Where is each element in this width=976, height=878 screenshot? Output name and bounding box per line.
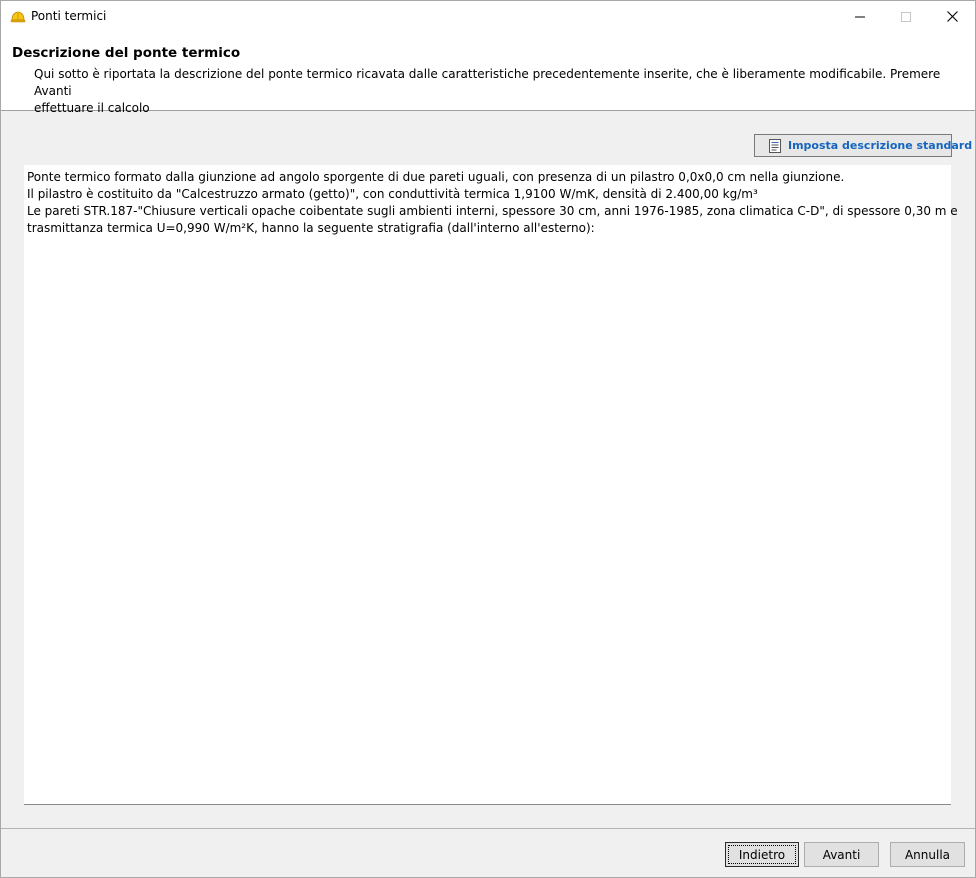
- page-description-line: effettuare il calcolo: [34, 101, 150, 115]
- maximize-button[interactable]: [883, 1, 929, 32]
- footer-divider: [1, 828, 975, 829]
- maximize-icon: [901, 11, 911, 22]
- minimize-button[interactable]: [837, 1, 883, 32]
- next-button-label: Avanti: [822, 847, 861, 862]
- close-button[interactable]: [929, 1, 975, 32]
- next-button[interactable]: Avanti: [804, 842, 879, 867]
- hardhat-icon: [10, 9, 26, 25]
- back-button[interactable]: Indietro: [725, 842, 799, 867]
- description-line: trasmittanza termica U=0,990 W/m²K, hann…: [27, 221, 595, 235]
- set-standard-description-button[interactable]: Imposta descrizione standard: [754, 134, 972, 157]
- dialog-window: Ponti termici Descrizione del ponte term…: [0, 0, 976, 878]
- description-line: Ponte termico formato dalla giunzione ad…: [27, 170, 845, 184]
- header-panel: Descrizione del ponte termico Qui sotto …: [1, 32, 975, 115]
- title-bar[interactable]: Ponti termici: [1, 1, 975, 32]
- page-title: Descrizione del ponte termico: [12, 45, 241, 61]
- set-standard-description-label: Imposta descrizione standard: [788, 139, 973, 152]
- description-line: Il pilastro è costituito da "Calcestruzz…: [27, 187, 758, 201]
- cancel-button-label: Annulla: [904, 847, 951, 862]
- description-line: Le pareti STR.187-"Chiusure verticali op…: [27, 204, 958, 218]
- focus-rectangle: [728, 845, 796, 864]
- minimize-icon: [855, 16, 865, 17]
- cancel-button[interactable]: Annulla: [890, 842, 965, 867]
- page-description: Qui sotto è riportata la descrizione del…: [34, 66, 954, 117]
- page-description-line: Qui sotto è riportata la descrizione del…: [34, 67, 941, 98]
- close-icon: [946, 11, 958, 22]
- document-icon: [769, 138, 781, 153]
- window-title: Ponti termici: [31, 9, 107, 23]
- description-textarea[interactable]: Ponte termico formato dalla giunzione ad…: [24, 165, 958, 805]
